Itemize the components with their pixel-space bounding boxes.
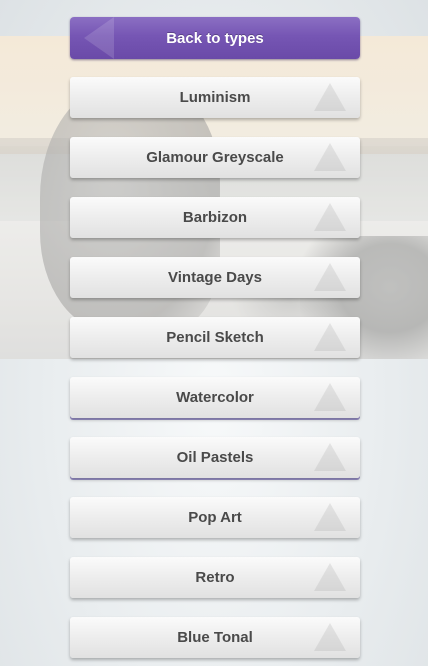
type-item-blue-tonal[interactable]: Blue Tonal	[70, 617, 360, 658]
triangle-icon	[314, 443, 346, 471]
type-item-label: Barbizon	[182, 209, 248, 226]
type-item-label: Oil Pastels	[176, 449, 254, 466]
type-item-oil-pastels[interactable]: Oil Pastels	[70, 437, 360, 478]
back-button-label: Back to types	[166, 29, 264, 47]
type-item-watercolor[interactable]: Watercolor	[70, 377, 360, 418]
type-item-label: Watercolor	[176, 389, 254, 406]
type-item-luminism[interactable]: Luminism	[70, 77, 360, 118]
triangle-icon	[314, 203, 346, 231]
type-item-label: Luminism	[179, 89, 251, 106]
type-item-label: Pop Art	[188, 509, 242, 526]
triangle-icon	[314, 143, 346, 171]
type-item-label: Pencil Sketch	[166, 329, 264, 346]
triangle-icon	[314, 263, 346, 291]
type-item-pop-art[interactable]: Pop Art	[70, 497, 360, 538]
triangle-icon	[314, 383, 346, 411]
type-item-glamour-greyscale[interactable]: Glamour Greyscale	[70, 137, 360, 178]
type-item-label: Vintage Days	[168, 269, 262, 286]
triangle-icon	[314, 83, 346, 111]
triangle-icon	[314, 323, 346, 351]
triangle-icon	[314, 563, 346, 591]
type-item-label: Glamour Greyscale	[146, 149, 284, 166]
type-item-vintage-days[interactable]: Vintage Days	[70, 257, 360, 298]
type-item-barbizon[interactable]: Barbizon	[70, 197, 360, 238]
type-item-pencil-sketch[interactable]: Pencil Sketch	[70, 317, 360, 358]
back-arrow-icon	[84, 17, 114, 59]
type-item-label: Retro	[195, 569, 235, 586]
triangle-icon	[314, 503, 346, 531]
back-to-types-button[interactable]: Back to types	[70, 17, 360, 59]
type-item-label: Blue Tonal	[177, 629, 253, 646]
triangle-icon	[314, 623, 346, 651]
type-item-retro[interactable]: Retro	[70, 557, 360, 598]
